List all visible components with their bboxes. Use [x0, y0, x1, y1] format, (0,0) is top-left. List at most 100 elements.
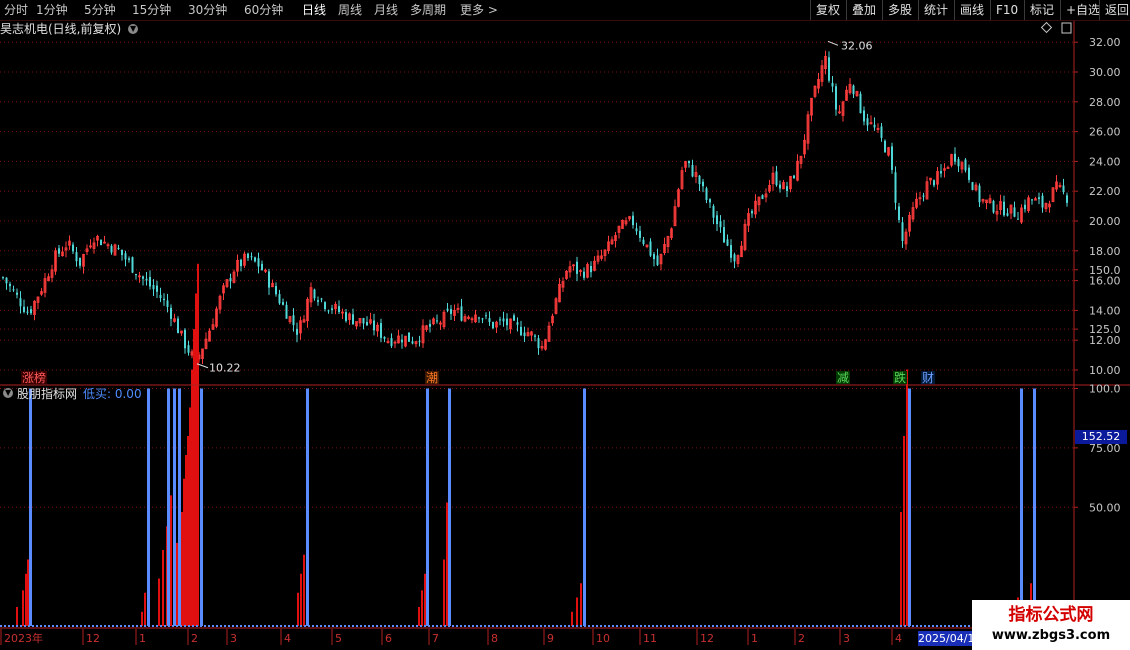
candle-body — [712, 206, 715, 218]
x-axis-label: 2 — [798, 632, 805, 645]
candle-body — [691, 164, 694, 177]
candle-body — [635, 228, 638, 232]
chevron-down-icon[interactable]: ▼ — [3, 388, 13, 398]
candle-body — [1062, 185, 1065, 193]
diamond-icon — [1040, 21, 1053, 34]
candle-body — [863, 110, 865, 122]
candle-body — [254, 257, 256, 262]
candle-body — [698, 175, 701, 185]
indicator-y-tick-label: 50.00 — [1089, 501, 1121, 514]
candle-body — [324, 302, 326, 310]
candle-body — [775, 171, 778, 186]
candle-body — [23, 306, 25, 312]
indicator-red-bar — [197, 263, 199, 626]
candle-body — [1006, 213, 1009, 216]
candle-body — [401, 339, 403, 343]
candle-body — [751, 211, 753, 214]
indicator-red-bar — [162, 550, 164, 626]
y-tick-label: 22.00 — [1089, 185, 1121, 198]
candle-body — [761, 195, 764, 200]
watermark-url: www.zbgs3.com — [991, 628, 1111, 643]
candle-body — [894, 172, 897, 203]
candle-body — [957, 159, 960, 167]
watermark-logo: 指标公式网 www.zbgs3.com — [972, 600, 1130, 650]
y-tick-label: 18.00 — [1089, 245, 1121, 258]
event-marker: 涨榜 — [22, 370, 46, 385]
candle-body — [709, 199, 711, 203]
x-axis-label: 5 — [335, 632, 342, 645]
candle-body — [1066, 195, 1068, 203]
candle-body — [590, 266, 592, 273]
indicator-red-bar — [181, 512, 183, 626]
x-axis-label: 10 — [596, 632, 610, 645]
kline-chart-canvas[interactable]: 32.00 30.00 28.00 26.00 24.00 22.00 20.00 18.00… — [0, 0, 1130, 650]
candle-body — [9, 283, 11, 287]
candle-body — [117, 247, 120, 250]
candle-body — [79, 257, 81, 266]
chevron-down-icon[interactable]: ▼ — [128, 24, 138, 34]
candle-body — [971, 182, 974, 190]
candle-body — [149, 277, 151, 287]
candle-body — [506, 318, 508, 326]
candle-body — [124, 253, 127, 260]
candle-body — [516, 322, 519, 325]
indicator-red-bar — [446, 502, 448, 626]
candle-body — [166, 300, 169, 307]
y-tick-label: 14.00 — [1089, 304, 1121, 317]
candle-body — [1017, 218, 1019, 220]
candle-body — [292, 315, 295, 326]
candle-body — [418, 341, 421, 343]
candle-body — [537, 338, 540, 349]
candle-body — [835, 86, 837, 110]
candle-body — [170, 307, 172, 319]
candle-body — [320, 298, 323, 300]
candle-body — [632, 215, 634, 225]
candle-body — [282, 302, 284, 305]
indicator-red-bar — [16, 607, 18, 626]
candle-body — [446, 308, 449, 311]
candle-body — [779, 184, 781, 189]
x-axis-label: 4 — [895, 632, 902, 645]
panel-toggle-icon — [1061, 22, 1072, 34]
candle-body — [247, 253, 249, 259]
indicator-blue-bar — [167, 388, 170, 626]
candle-body — [268, 271, 270, 288]
candle-body — [968, 167, 970, 180]
candle-body — [373, 320, 375, 331]
indicator-blue-bar — [173, 388, 176, 626]
candle-body — [964, 159, 967, 171]
indicator-red-bar — [443, 559, 445, 626]
indicator-red-bar — [185, 455, 187, 626]
candle-body — [450, 309, 452, 314]
candle-body — [187, 345, 190, 353]
indicator-y-tick-label: 100.0 — [1089, 383, 1121, 396]
x-axis-label: 2 — [191, 632, 198, 645]
candle-body — [978, 185, 981, 203]
candle-body — [859, 93, 862, 114]
stock-title: 昊志机电(日线,前复权) — [0, 22, 122, 36]
candle-body — [278, 294, 281, 304]
chart-grid — [0, 41, 1074, 508]
candle-body — [460, 306, 463, 321]
indicator-y-tick-label: 125.0 — [1089, 323, 1121, 336]
indicator-blue-bar — [1020, 388, 1023, 626]
candle-body — [719, 221, 722, 228]
candle-body — [229, 277, 232, 282]
candle-body — [362, 318, 365, 324]
indicator-blue-bar — [908, 388, 911, 626]
event-marker: 跌 — [894, 370, 906, 385]
candle-body — [345, 312, 347, 321]
indicator-current-value-badge: 152.52 — [1075, 430, 1127, 444]
indicator-red-bar — [300, 573, 302, 626]
candle-body — [100, 239, 102, 246]
x-axis-label: 12 — [700, 632, 714, 645]
y-tick-label: 26.00 — [1089, 126, 1121, 139]
candle-body — [436, 320, 438, 322]
x-axis-label: 8 — [491, 632, 498, 645]
candle-body — [135, 274, 137, 276]
candle-body — [733, 254, 736, 262]
indicator-red-bar — [903, 436, 905, 626]
candle-body — [327, 310, 330, 312]
x-axis-label: 2023年 — [4, 631, 43, 645]
candle-body — [866, 118, 869, 126]
